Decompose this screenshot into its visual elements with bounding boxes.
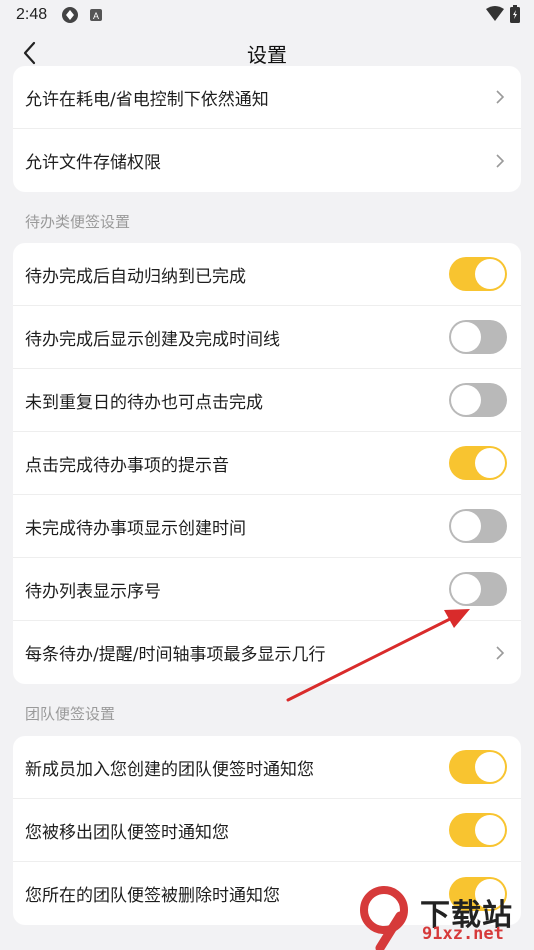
app-notification-icon — [61, 6, 79, 24]
list-item-show-index: 待办列表显示序号 — [13, 558, 521, 621]
back-button[interactable] — [18, 40, 44, 66]
toggle-knob — [451, 511, 481, 541]
toggle-switch[interactable] — [449, 509, 507, 543]
toggle-knob — [451, 574, 481, 604]
status-right — [486, 5, 520, 27]
chevron-right-icon — [496, 90, 505, 104]
item-label: 待办完成后显示创建及完成时间线 — [25, 329, 280, 350]
list-item-removed-notify: 您被移出团队便签时通知您 — [13, 799, 521, 862]
list-item-member-join-notify: 新成员加入您创建的团队便签时通知您 — [13, 736, 521, 799]
watermark-logo: 下载站 91xz.net — [350, 886, 530, 950]
battery-icon — [510, 5, 520, 27]
toggle-switch[interactable] — [449, 383, 507, 417]
chevron-right-icon — [496, 153, 505, 168]
item-label: 点击完成待办事项的提示音 — [25, 455, 229, 476]
toggle-switch[interactable] — [449, 572, 507, 606]
page-title: 设置 — [247, 42, 287, 67]
item-label: 允许文件存储权限 — [25, 153, 161, 173]
toggle-switch[interactable] — [449, 320, 507, 354]
toggle-switch[interactable] — [449, 257, 507, 291]
item-label: 未完成待办事项显示创建时间 — [25, 518, 246, 539]
list-item-storage-permission[interactable]: 允许文件存储权限 — [13, 129, 521, 192]
section-title-todo: 待办类便签设置 — [25, 213, 131, 231]
status-time: 2:48 — [16, 6, 48, 23]
status-bar: 2:48 A — [0, 0, 534, 30]
back-arrow-icon — [23, 41, 36, 65]
list-item-show-created-time: 未完成待办事项显示创建时间 — [13, 495, 521, 558]
item-label: 待办列表显示序号 — [25, 581, 161, 602]
list-item-power-notify[interactable]: 允许在耗电/省电控制下依然通知 — [13, 66, 521, 129]
list-item-max-lines[interactable]: 每条待办/提醒/时间轴事项最多显示几行 — [13, 621, 521, 684]
toggle-knob — [451, 322, 481, 352]
list-item-repeat-complete: 未到重复日的待办也可点击完成 — [13, 369, 521, 432]
list-item-complete-sound: 点击完成待办事项的提示音 — [13, 432, 521, 495]
item-label: 待办完成后自动归纳到已完成 — [25, 266, 246, 287]
watermark-text-url: 91xz.net — [422, 924, 504, 944]
watermark-9-icon — [360, 886, 408, 950]
list-item-auto-archive: 待办完成后自动归纳到已完成 — [13, 243, 521, 306]
item-label: 每条待办/提醒/时间轴事项最多显示几行 — [25, 645, 326, 665]
item-label: 允许在耗电/省电控制下依然通知 — [25, 89, 269, 110]
item-label: 未到重复日的待办也可点击完成 — [25, 392, 263, 413]
toggle-knob — [475, 752, 505, 782]
toggle-knob — [475, 448, 505, 478]
toggle-knob — [451, 385, 481, 415]
wifi-icon — [486, 6, 504, 26]
toggle-knob — [475, 815, 505, 845]
toggle-switch[interactable] — [449, 750, 507, 784]
item-label: 您被移出团队便签时通知您 — [25, 822, 229, 843]
list-item-show-timeline: 待办完成后显示创建及完成时间线 — [13, 306, 521, 369]
chevron-right-icon — [496, 645, 505, 660]
app-a-icon: A — [89, 8, 103, 22]
svg-text:A: A — [93, 11, 99, 21]
toggle-switch[interactable] — [449, 813, 507, 847]
item-label: 新成员加入您创建的团队便签时通知您 — [25, 759, 314, 780]
todo-settings-card: 待办完成后自动归纳到已完成 待办完成后显示创建及完成时间线 未到重复日的待办也可… — [13, 243, 521, 684]
permissions-card: 允许在耗电/省电控制下依然通知 允许文件存储权限 — [13, 66, 521, 192]
section-title-team: 团队便签设置 — [25, 705, 116, 723]
toggle-switch[interactable] — [449, 446, 507, 480]
toggle-knob — [475, 259, 505, 289]
